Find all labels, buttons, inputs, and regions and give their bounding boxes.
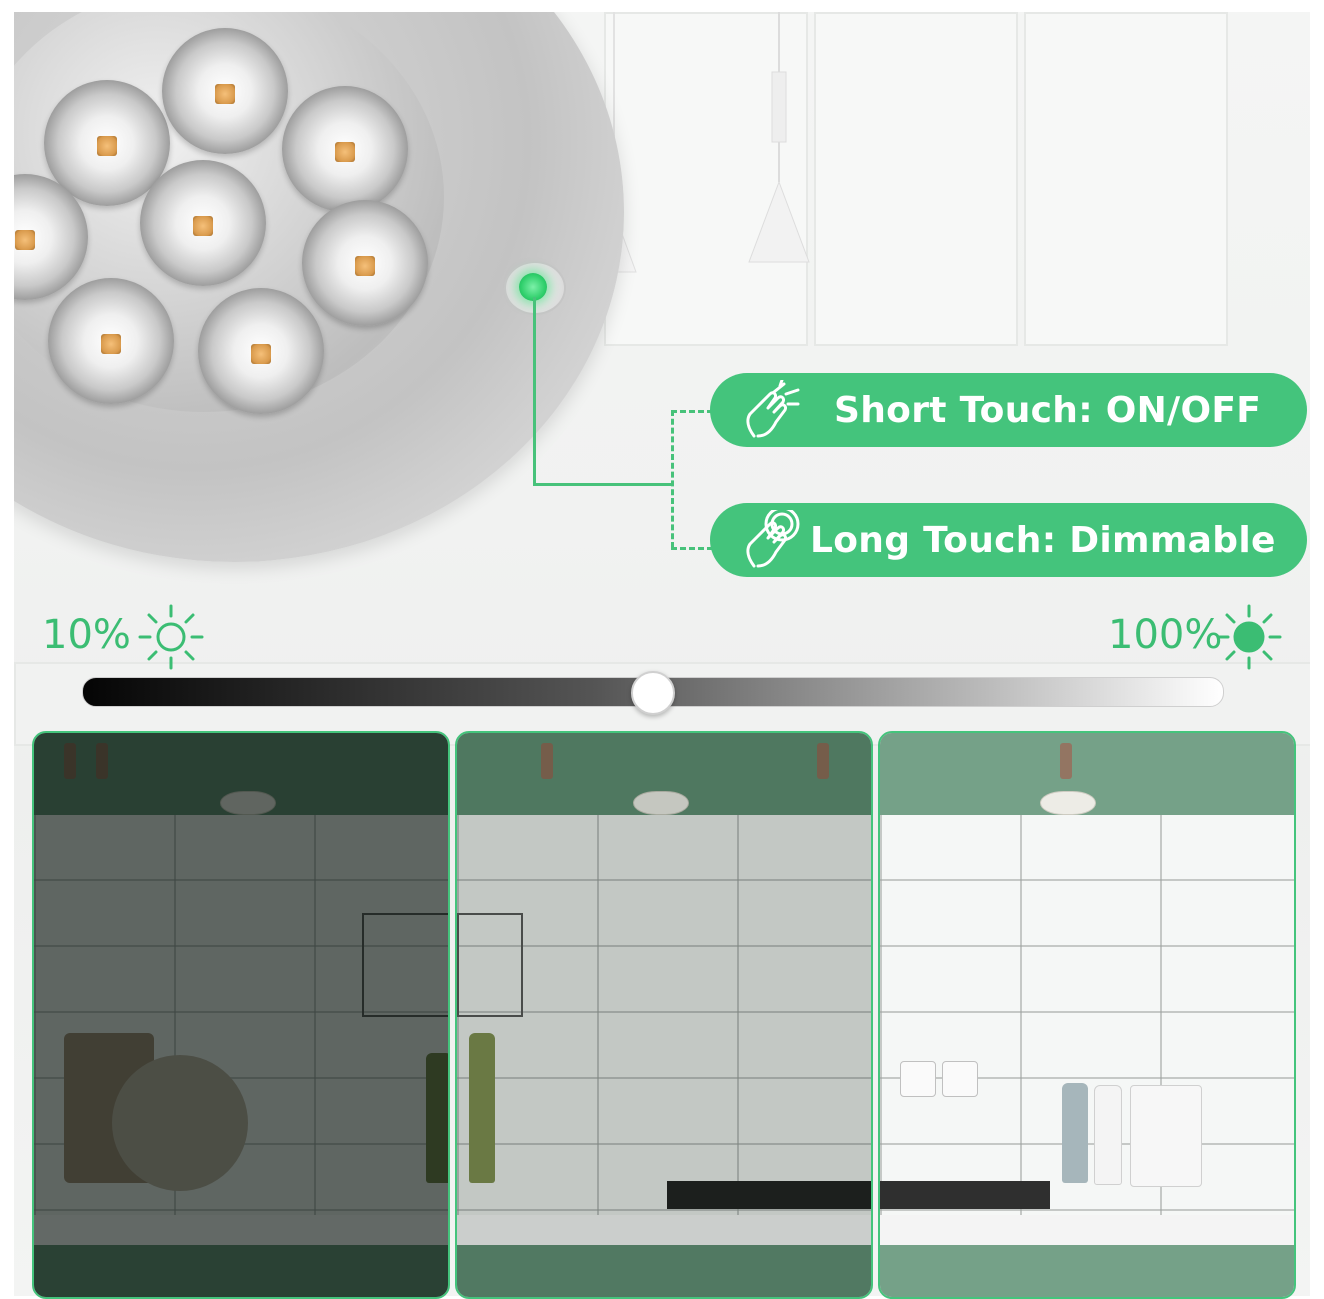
sun-outline-icon	[138, 604, 204, 670]
background-cabinet	[1024, 12, 1228, 346]
led-bead	[282, 86, 408, 212]
brightness-overlay	[34, 733, 448, 1297]
tap-hand-icon	[746, 380, 800, 438]
led-bead	[140, 160, 266, 286]
min-brightness-label: 10%	[42, 612, 131, 658]
led-bead	[48, 278, 174, 404]
dim-kitchen-panel	[32, 731, 450, 1299]
long-touch-label: Long Touch: Dimmable	[810, 519, 1276, 561]
bright-kitchen-panel	[878, 731, 1296, 1299]
connector-dashed-line	[671, 547, 713, 550]
brightness-slider-thumb[interactable]	[631, 671, 675, 715]
led-bead	[162, 28, 288, 154]
press-hold-hand-icon	[746, 510, 800, 568]
connector-line	[533, 297, 536, 485]
connector-line	[533, 483, 673, 486]
background-cabinet	[814, 12, 1018, 346]
connector-dashed-line	[671, 410, 713, 413]
led-bead	[198, 288, 324, 414]
pendant-lamp	[748, 12, 810, 263]
medium-kitchen-panel	[455, 731, 873, 1299]
brightness-overlay	[880, 733, 1294, 1297]
brightness-overlay	[457, 733, 871, 1297]
connector-dashed-line	[671, 410, 674, 548]
long-touch-callout: Long Touch: Dimmable	[710, 503, 1307, 577]
led-bead	[302, 200, 428, 326]
short-touch-callout: Short Touch: ON/OFF	[710, 373, 1307, 447]
sun-filled-icon	[1216, 604, 1282, 670]
short-touch-label: Short Touch: ON/OFF	[834, 389, 1262, 431]
max-brightness-label: 100%	[1108, 612, 1223, 658]
